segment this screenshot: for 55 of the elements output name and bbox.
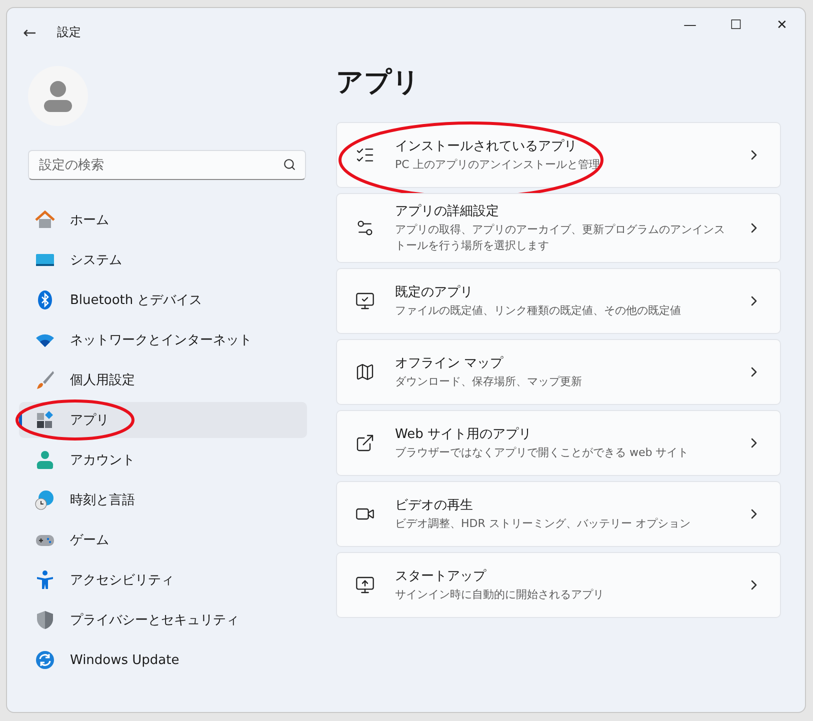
minimize-button[interactable]: — [667,9,713,41]
nav-item[interactable]: アカウント [19,442,307,478]
nav-item[interactable]: Windows Update [19,642,307,678]
settings-card[interactable]: Web サイト用のアプリ ブラウザーではなくアプリで開くことができる web サイト [336,410,781,476]
maximize-button[interactable]: ☐ [713,9,759,41]
card-subtitle: ダウンロード、保存場所、マップ更新 [395,374,583,390]
card-subtitle: PC 上のアプリのアンインストールと管理 [395,157,601,173]
search-field[interactable]: 設定の検索 [28,150,306,180]
nav-item[interactable]: ゲーム [19,522,307,558]
accessibility-icon [35,570,55,590]
back-button[interactable]: ← [23,22,43,42]
apps-icon [35,410,55,430]
nav-item[interactable]: ネットワークとインターネット [19,322,307,358]
nav-item[interactable]: システム [19,242,307,278]
selection-indicator [19,412,22,428]
settings-card[interactable]: ビデオの再生 ビデオ調整、HDR ストリーミング、バッテリー オプション [336,481,781,547]
shield-icon [35,610,55,630]
settings-icon [355,218,375,238]
card-title: Web サイト用のアプリ [395,426,532,443]
window-check-icon [355,291,375,311]
card-subtitle: ブラウザーではなくアプリで開くことができる web サイト [395,445,690,461]
search-icon [283,158,296,171]
nav-item[interactable]: 個人用設定 [19,362,307,398]
card-title: ビデオの再生 [395,497,474,514]
nav-item[interactable]: Bluetooth とデバイス [19,282,307,318]
globe-clock-icon [35,490,55,510]
settings-card[interactable]: スタートアップ サインイン時に自動的に開始されるアプリ [336,552,781,618]
page-title: アプリ [336,66,421,100]
link-out-icon [355,433,375,453]
card-title: オフライン マップ [395,355,504,372]
nav-item[interactable]: プライバシーとセキュリティ [19,602,307,638]
nav-item[interactable]: 時刻と言語 [19,482,307,518]
nav-item[interactable]: アクセシビリティ [19,562,307,598]
update-icon [35,650,55,670]
card-subtitle: サインイン時に自動的に開始されるアプリ [395,587,605,603]
home-icon [35,210,55,230]
brush-icon [35,370,55,390]
settings-card[interactable]: オフライン マップ ダウンロード、保存場所、マップ更新 [336,339,781,405]
map-icon [355,362,375,382]
user-icon [44,80,72,112]
settings-card[interactable]: アプリの詳細設定 アプリの取得、アプリのアーカイブ、更新プログラムのアンインストールを行う場所を選択します [336,193,781,263]
settings-card[interactable]: 既定のアプリ ファイルの既定値、リンク種類の既定値、その他の既定値 [336,268,781,334]
card-title: スタートアップ [395,568,488,585]
card-subtitle: ファイルの既定値、リンク種類の既定値、その他の既定値 [395,303,682,319]
card-title: アプリの詳細設定 [395,203,500,220]
card-subtitle: アプリの取得、アプリのアーカイブ、更新プログラムのアンインストールを行う場所を選択します [395,222,726,254]
nav-item[interactable]: ホーム [19,202,307,238]
card-title: インストールされているアプリ [395,138,578,155]
close-button[interactable]: ✕ [759,9,805,41]
person-icon [35,450,55,470]
window-upload-icon [355,575,375,595]
window-title: 設定 [57,24,82,40]
card-title: 既定のアプリ [395,284,474,301]
bluetooth-icon [35,290,55,310]
card-subtitle: ビデオ調整、HDR ストリーミング、バッテリー オプション [395,516,692,532]
